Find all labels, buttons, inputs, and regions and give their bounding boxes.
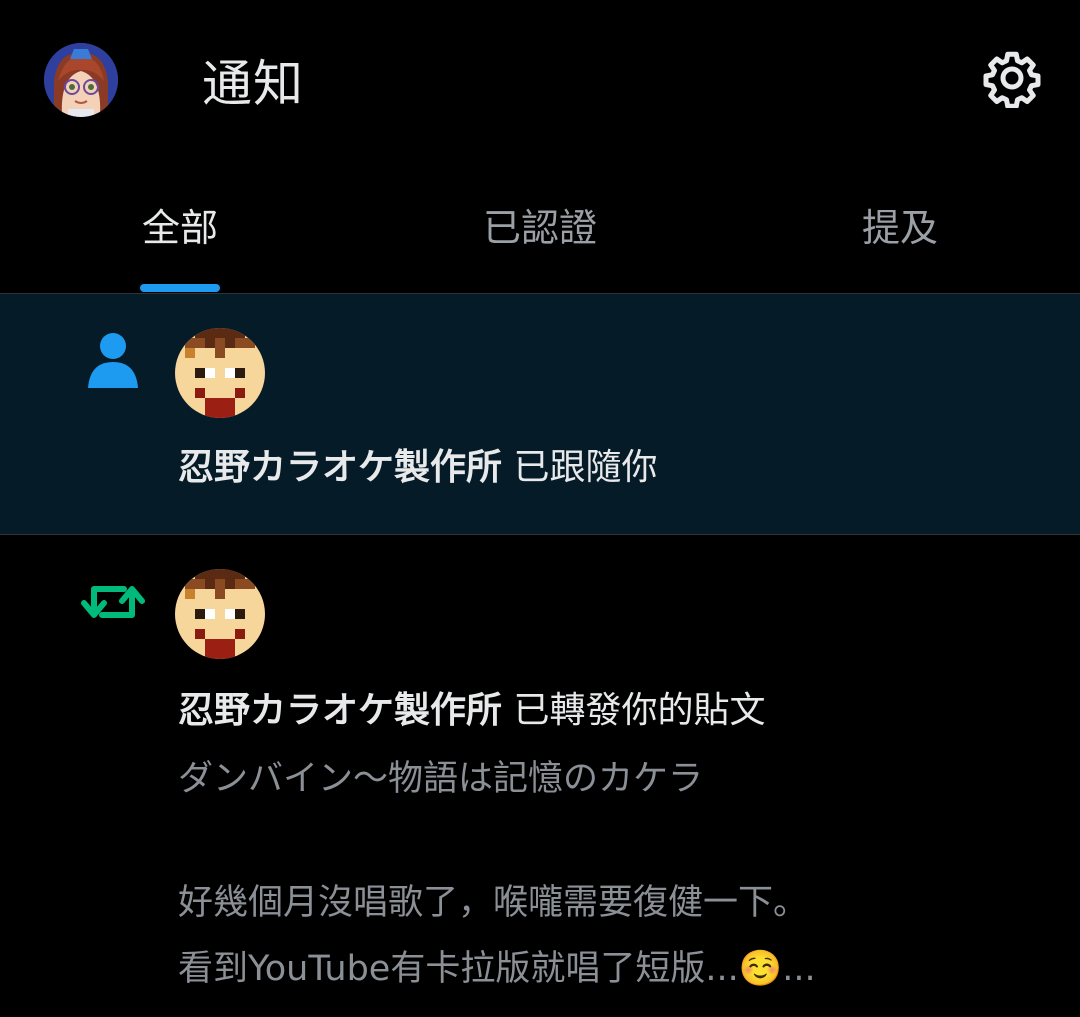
tab-bar: 全部 已認證 提及	[0, 165, 1080, 294]
tab-label: 已認證	[482, 206, 597, 250]
smiling-emoji-icon: ☺️	[738, 949, 783, 989]
user-name[interactable]: 忍野カラオケ製作所	[178, 690, 502, 731]
tab-label: 提及	[861, 206, 938, 250]
page-title: 通知	[202, 55, 304, 113]
gear-icon	[983, 51, 1041, 108]
notifications-screen: 通知 全部 已認證 提及 忍野カラオケ製作所 已跟隨你 忍野カラオケ製作所 已轉…	[0, 0, 1080, 1017]
tab-verified[interactable]: 已認證	[470, 203, 610, 293]
post-text-line: 好幾個月沒唱歌了，喉嚨需要復健一下。	[178, 883, 809, 923]
notification-text: 忍野カラオケ製作所 已跟隨你	[178, 444, 657, 492]
post-ellipsis: ...	[782, 949, 816, 989]
post-text-content: 看到YouTube有卡拉版就唱了短版...	[178, 949, 739, 989]
notification-action: 已轉發你的貼文	[502, 690, 766, 731]
user-avatar[interactable]	[175, 569, 265, 659]
person-icon	[86, 330, 140, 394]
pixel-face-avatar	[175, 569, 265, 659]
notification-repost[interactable]: 忍野カラオケ製作所 已轉發你的貼文 ダンバイン～物語は記憶のカケラ 好幾個月沒唱…	[0, 535, 1080, 1017]
tab-label: 全部	[141, 206, 218, 250]
user-avatar[interactable]	[175, 328, 265, 418]
anime-avatar-icon	[44, 43, 118, 117]
post-text-line-last: 看到YouTube有卡拉版就唱了短版...☺️...	[178, 937, 816, 1001]
tab-all[interactable]: 全部	[140, 203, 220, 293]
notification-action: 已跟隨你	[502, 447, 658, 488]
notification-text: 忍野カラオケ製作所 已轉發你的貼文	[178, 687, 765, 735]
active-tab-indicator	[140, 284, 220, 292]
user-name[interactable]: 忍野カラオケ製作所	[178, 447, 502, 488]
post-text-line: ダンバイン～物語は記憶のカケラ	[178, 759, 704, 799]
settings-button[interactable]	[980, 46, 1044, 110]
tab-mentions[interactable]: 提及	[850, 203, 950, 293]
notification-follow[interactable]: 忍野カラオケ製作所 已跟隨你	[0, 294, 1080, 535]
profile-avatar[interactable]	[44, 43, 118, 117]
header: 通知	[0, 0, 1080, 165]
pixel-face-avatar	[175, 328, 265, 418]
repost-icon	[80, 577, 146, 631]
